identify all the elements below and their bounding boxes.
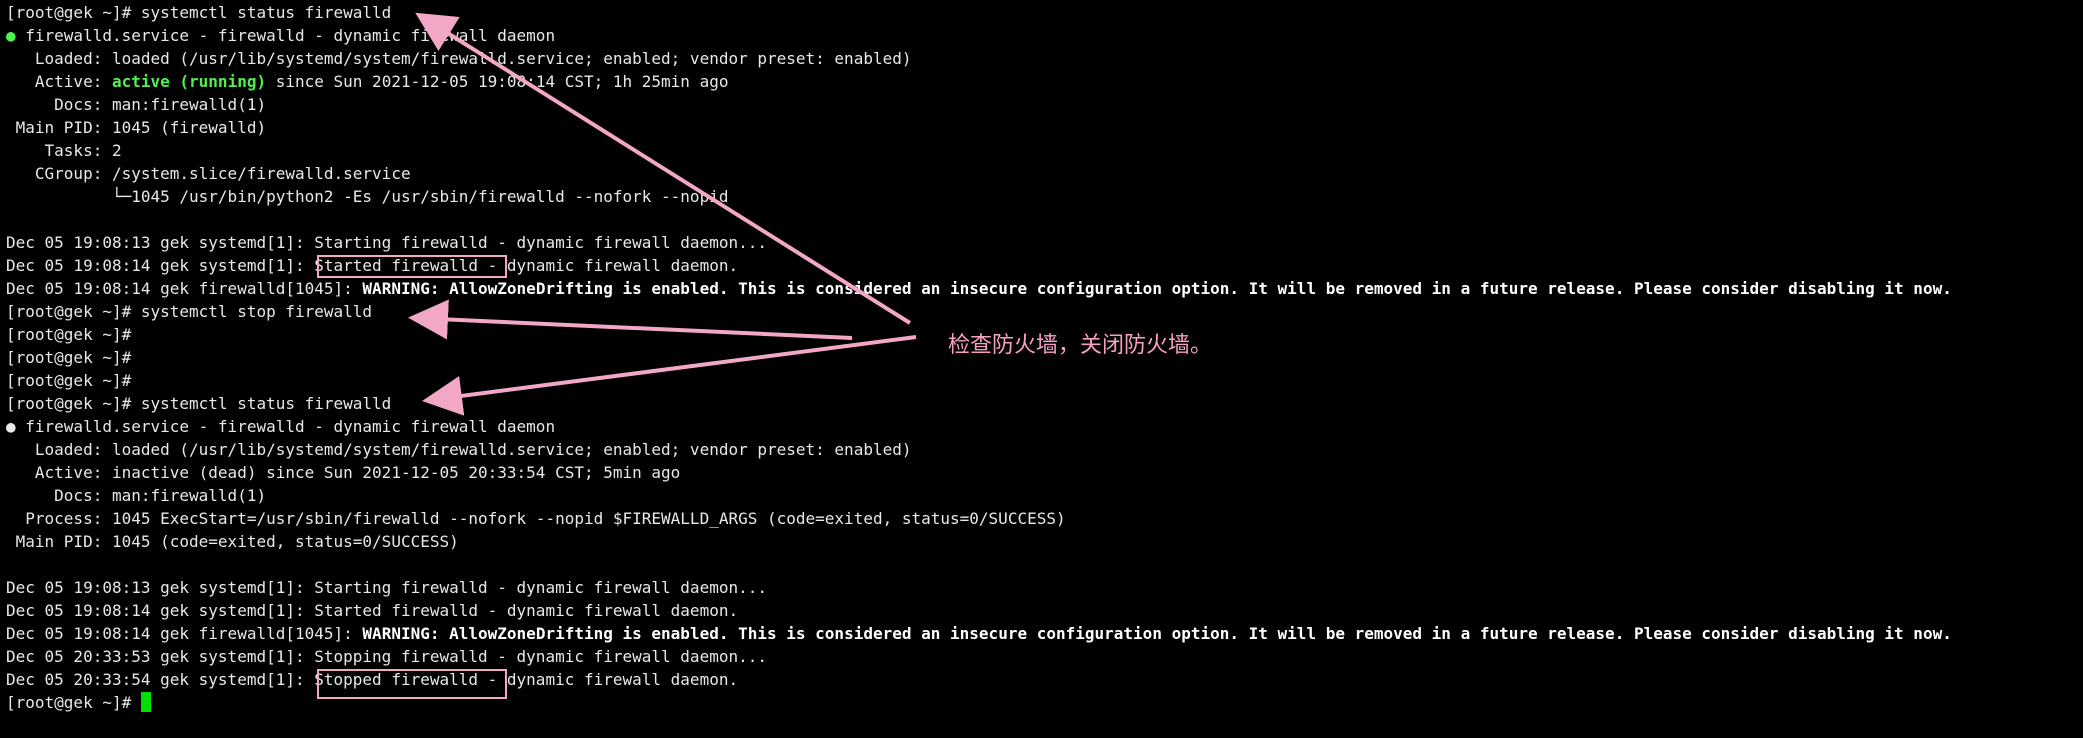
terminal-text: Dec 05 19:08:14 gek systemd[1]: Started …: [6, 601, 739, 620]
terminal-text: Main PID: 1045 (firewalld): [6, 118, 267, 137]
terminal-text: Active:: [6, 72, 112, 91]
annotation-label: 检查防火墙，关闭防火墙。: [948, 333, 1213, 358]
status-text: active (running): [111, 72, 267, 91]
terminal-line: Dec 05 19:08:14 gek systemd[1]: Started …: [6, 599, 1952, 622]
terminal-line: Docs: man:firewalld(1): [6, 484, 1952, 507]
terminal-text: firewalld.service - firewalld - dynamic …: [25, 26, 556, 45]
highlight-started-firewalld: [317, 255, 507, 278]
terminal-line: Dec 05 19:08:13 gek systemd[1]: Starting…: [6, 231, 1952, 254]
terminal-text: Dec 05 19:08:14 gek firewalld[1045]:: [6, 279, 363, 298]
terminal-text: [root@gek ~]#: [6, 348, 132, 367]
terminal-text: [root@gek ~]#: [6, 371, 132, 390]
terminal-line: CGroup: /system.slice/firewalld.service: [6, 162, 1952, 185]
terminal-text: [root@gek ~]# systemctl status firewalld: [6, 394, 392, 413]
terminal-line: └─1045 /usr/bin/python2 -Es /usr/sbin/fi…: [6, 185, 1952, 208]
terminal-text: Dec 05 19:08:13 gek systemd[1]: Starting…: [6, 233, 767, 252]
terminal-text: [root@gek ~]# systemctl status firewalld: [6, 3, 392, 22]
terminal-line: ● firewalld.service - firewalld - dynami…: [6, 24, 1952, 47]
terminal-line: [root@gek ~]# systemctl status firewalld: [6, 1, 1952, 24]
terminal-line: Loaded: loaded (/usr/lib/systemd/system/…: [6, 47, 1952, 70]
terminal-text: Main PID: 1045 (code=exited, status=0/SU…: [6, 532, 459, 551]
terminal-line: [root@gek ~]#: [6, 369, 1952, 392]
terminal-text: Loaded: loaded (/usr/lib/systemd/system/…: [6, 440, 912, 459]
warning-text: WARNING: AllowZoneDrifting is enabled. T…: [362, 279, 1952, 298]
terminal-line: Main PID: 1045 (code=exited, status=0/SU…: [6, 530, 1952, 553]
terminal-line: Active: active (running) since Sun 2021-…: [6, 70, 1952, 93]
terminal-line: Docs: man:firewalld(1): [6, 93, 1952, 116]
terminal-text: Active: inactive (dead) since Sun 2021-1…: [6, 463, 681, 482]
terminal-line: ● firewalld.service - firewalld - dynami…: [6, 415, 1952, 438]
terminal-line: Tasks: 2: [6, 139, 1952, 162]
terminal-text: [root@gek ~]#: [6, 693, 141, 712]
terminal-line: Dec 05 20:33:54 gek systemd[1]: Stopped …: [6, 668, 1952, 691]
status-text: ●: [6, 26, 26, 45]
terminal-text: since Sun 2021-12-05 19:08:14 CST; 1h 25…: [266, 72, 729, 91]
terminal-text: Docs: man:firewalld(1): [6, 486, 267, 505]
terminal-line: [root@gek ~]# systemctl status firewalld: [6, 392, 1952, 415]
terminal-line: Dec 05 19:08:14 gek firewalld[1045]: WAR…: [6, 277, 1952, 300]
terminal-text: Dec 05 19:08:13 gek systemd[1]: Starting…: [6, 578, 767, 597]
terminal-text: [root@gek ~]# systemctl stop firewalld: [6, 302, 373, 321]
terminal-text: [root@gek ~]#: [6, 325, 132, 344]
terminal-text: Process: 1045 ExecStart=/usr/sbin/firewa…: [6, 509, 1066, 528]
terminal-text: Docs: man:firewalld(1): [6, 95, 267, 114]
terminal-text: └─1045 /usr/bin/python2 -Es /usr/sbin/fi…: [6, 187, 729, 206]
warning-text: WARNING: AllowZoneDrifting is enabled. T…: [362, 624, 1952, 643]
terminal-line: Main PID: 1045 (firewalld): [6, 116, 1952, 139]
terminal-line: Loaded: loaded (/usr/lib/systemd/system/…: [6, 438, 1952, 461]
terminal-text: Dec 05 20:33:53 gek systemd[1]: Stopping…: [6, 647, 767, 666]
terminal-line: Dec 05 20:33:53 gek systemd[1]: Stopping…: [6, 645, 1952, 668]
terminal-line: Dec 05 19:08:14 gek systemd[1]: Started …: [6, 254, 1952, 277]
terminal-text: Tasks: 2: [6, 141, 122, 160]
terminal-cursor: [140, 692, 151, 712]
terminal-text: CGroup: /system.slice/firewalld.service: [6, 164, 411, 183]
highlight-stopped-firewalld: [317, 669, 507, 699]
terminal-line: Dec 05 19:08:14 gek firewalld[1045]: WAR…: [6, 622, 1952, 645]
terminal-line: Active: inactive (dead) since Sun 2021-1…: [6, 461, 1952, 484]
terminal-line: [root@gek ~]#: [6, 691, 1952, 714]
terminal-line: Dec 05 19:08:13 gek systemd[1]: Starting…: [6, 576, 1952, 599]
terminal-text: Dec 05 19:08:14 gek firewalld[1045]:: [6, 624, 363, 643]
terminal-window[interactable]: [root@gek ~]# systemctl status firewalld…: [0, 0, 2083, 738]
terminal-text: ● firewalld.service - firewalld - dynami…: [6, 417, 556, 436]
terminal-line: Process: 1045 ExecStart=/usr/sbin/firewa…: [6, 507, 1952, 530]
terminal-line: [root@gek ~]# systemctl stop firewalld: [6, 300, 1952, 323]
terminal-text: Loaded: loaded (/usr/lib/systemd/system/…: [6, 49, 912, 68]
